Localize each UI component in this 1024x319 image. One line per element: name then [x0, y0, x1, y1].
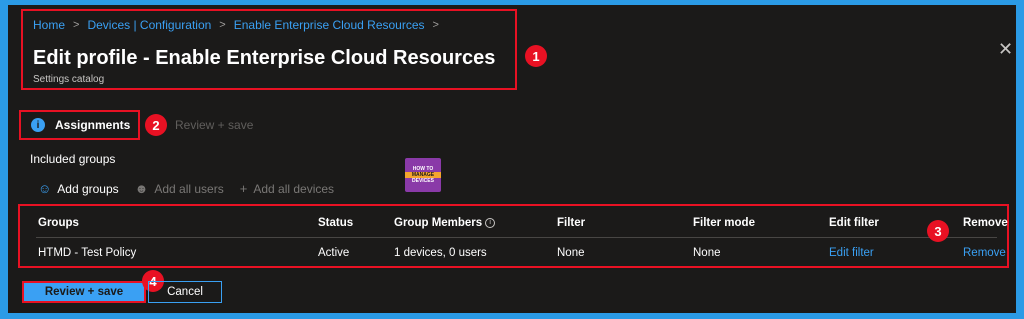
page-subtitle: Settings catalog: [33, 74, 105, 85]
cell-status: Active: [318, 247, 350, 259]
section-title: Included groups: [30, 152, 116, 166]
assignments-table: Groups Status Group Members i Filter Filt…: [18, 204, 1009, 268]
header-filter-mode: Filter mode: [693, 217, 755, 229]
chevron-right-icon: >: [432, 19, 439, 31]
edit-filter-link[interactable]: Edit filter: [829, 247, 874, 259]
header-filter: Filter: [557, 217, 586, 229]
plus-icon: +: [239, 181, 248, 196]
people-icon: ☻: [134, 181, 149, 196]
header-edit-filter: Edit filter: [829, 217, 879, 229]
info-icon[interactable]: i: [485, 217, 496, 228]
info-icon: i: [31, 118, 45, 132]
person-add-icon: ☺: [38, 181, 52, 196]
cell-filter-mode: None: [693, 247, 721, 259]
callout-badge-3: 3: [927, 220, 949, 242]
callout-badge-1: 1: [525, 45, 547, 67]
chevron-right-icon: >: [73, 19, 80, 31]
header-remove: Remove: [963, 217, 1008, 229]
header-groups: Groups: [38, 217, 79, 229]
callout-badge-2: 2: [145, 114, 167, 136]
review-save-button[interactable]: Review + save: [22, 281, 146, 303]
header-highlight: Home > Devices | Configuration > Enable …: [21, 9, 517, 90]
cell-members: 1 devices, 0 users: [394, 247, 487, 259]
logo-line-3: DEVICES: [412, 178, 434, 184]
chevron-right-icon: >: [219, 19, 226, 31]
table-row: HTMD - Test Policy Active 1 devices, 0 u…: [20, 239, 1007, 269]
breadcrumb-devices-configuration[interactable]: Devices | Configuration: [87, 18, 211, 32]
add-groups-label: Add groups: [57, 181, 119, 196]
cell-filter: None: [557, 247, 585, 259]
htmd-logo: HOW TO MANAGE DEVICES: [405, 158, 441, 192]
breadcrumb-home[interactable]: Home: [33, 18, 65, 32]
table-divider: [36, 237, 997, 238]
add-groups-button[interactable]: ☺ Add groups: [38, 181, 119, 196]
header-status: Status: [318, 217, 354, 229]
page-title: Edit profile - Enable Enterprise Cloud R…: [33, 47, 496, 69]
add-all-devices-button[interactable]: + Add all devices: [240, 181, 334, 196]
tab-review-save[interactable]: Review + save: [175, 118, 253, 132]
table-header-row: Groups Status Group Members i Filter Filt…: [20, 209, 1008, 239]
edit-profile-panel: Home > Devices | Configuration > Enable …: [8, 5, 1016, 313]
header-group-members-label: Group Members: [394, 217, 483, 229]
add-all-users-label: Add all users: [154, 181, 224, 196]
cancel-button[interactable]: Cancel: [148, 281, 222, 303]
close-icon[interactable]: ✕: [998, 40, 1013, 58]
add-all-users-button[interactable]: ☻ Add all users: [135, 181, 224, 196]
review-save-button-label: Review + save: [26, 285, 142, 299]
cell-group: HTMD - Test Policy: [38, 247, 137, 259]
add-all-devices-label: Add all devices: [253, 181, 335, 196]
tab-assignments-label: Assignments: [55, 118, 131, 132]
tab-assignments[interactable]: i Assignments: [19, 110, 140, 140]
remove-link[interactable]: Remove: [963, 247, 1006, 259]
group-actions-toolbar: ☺ Add groups ☻ Add all users + Add all d…: [38, 181, 350, 196]
breadcrumb-profile[interactable]: Enable Enterprise Cloud Resources: [234, 18, 425, 32]
breadcrumb: Home > Devices | Configuration > Enable …: [33, 18, 447, 32]
header-group-members: Group Members i: [394, 217, 496, 229]
